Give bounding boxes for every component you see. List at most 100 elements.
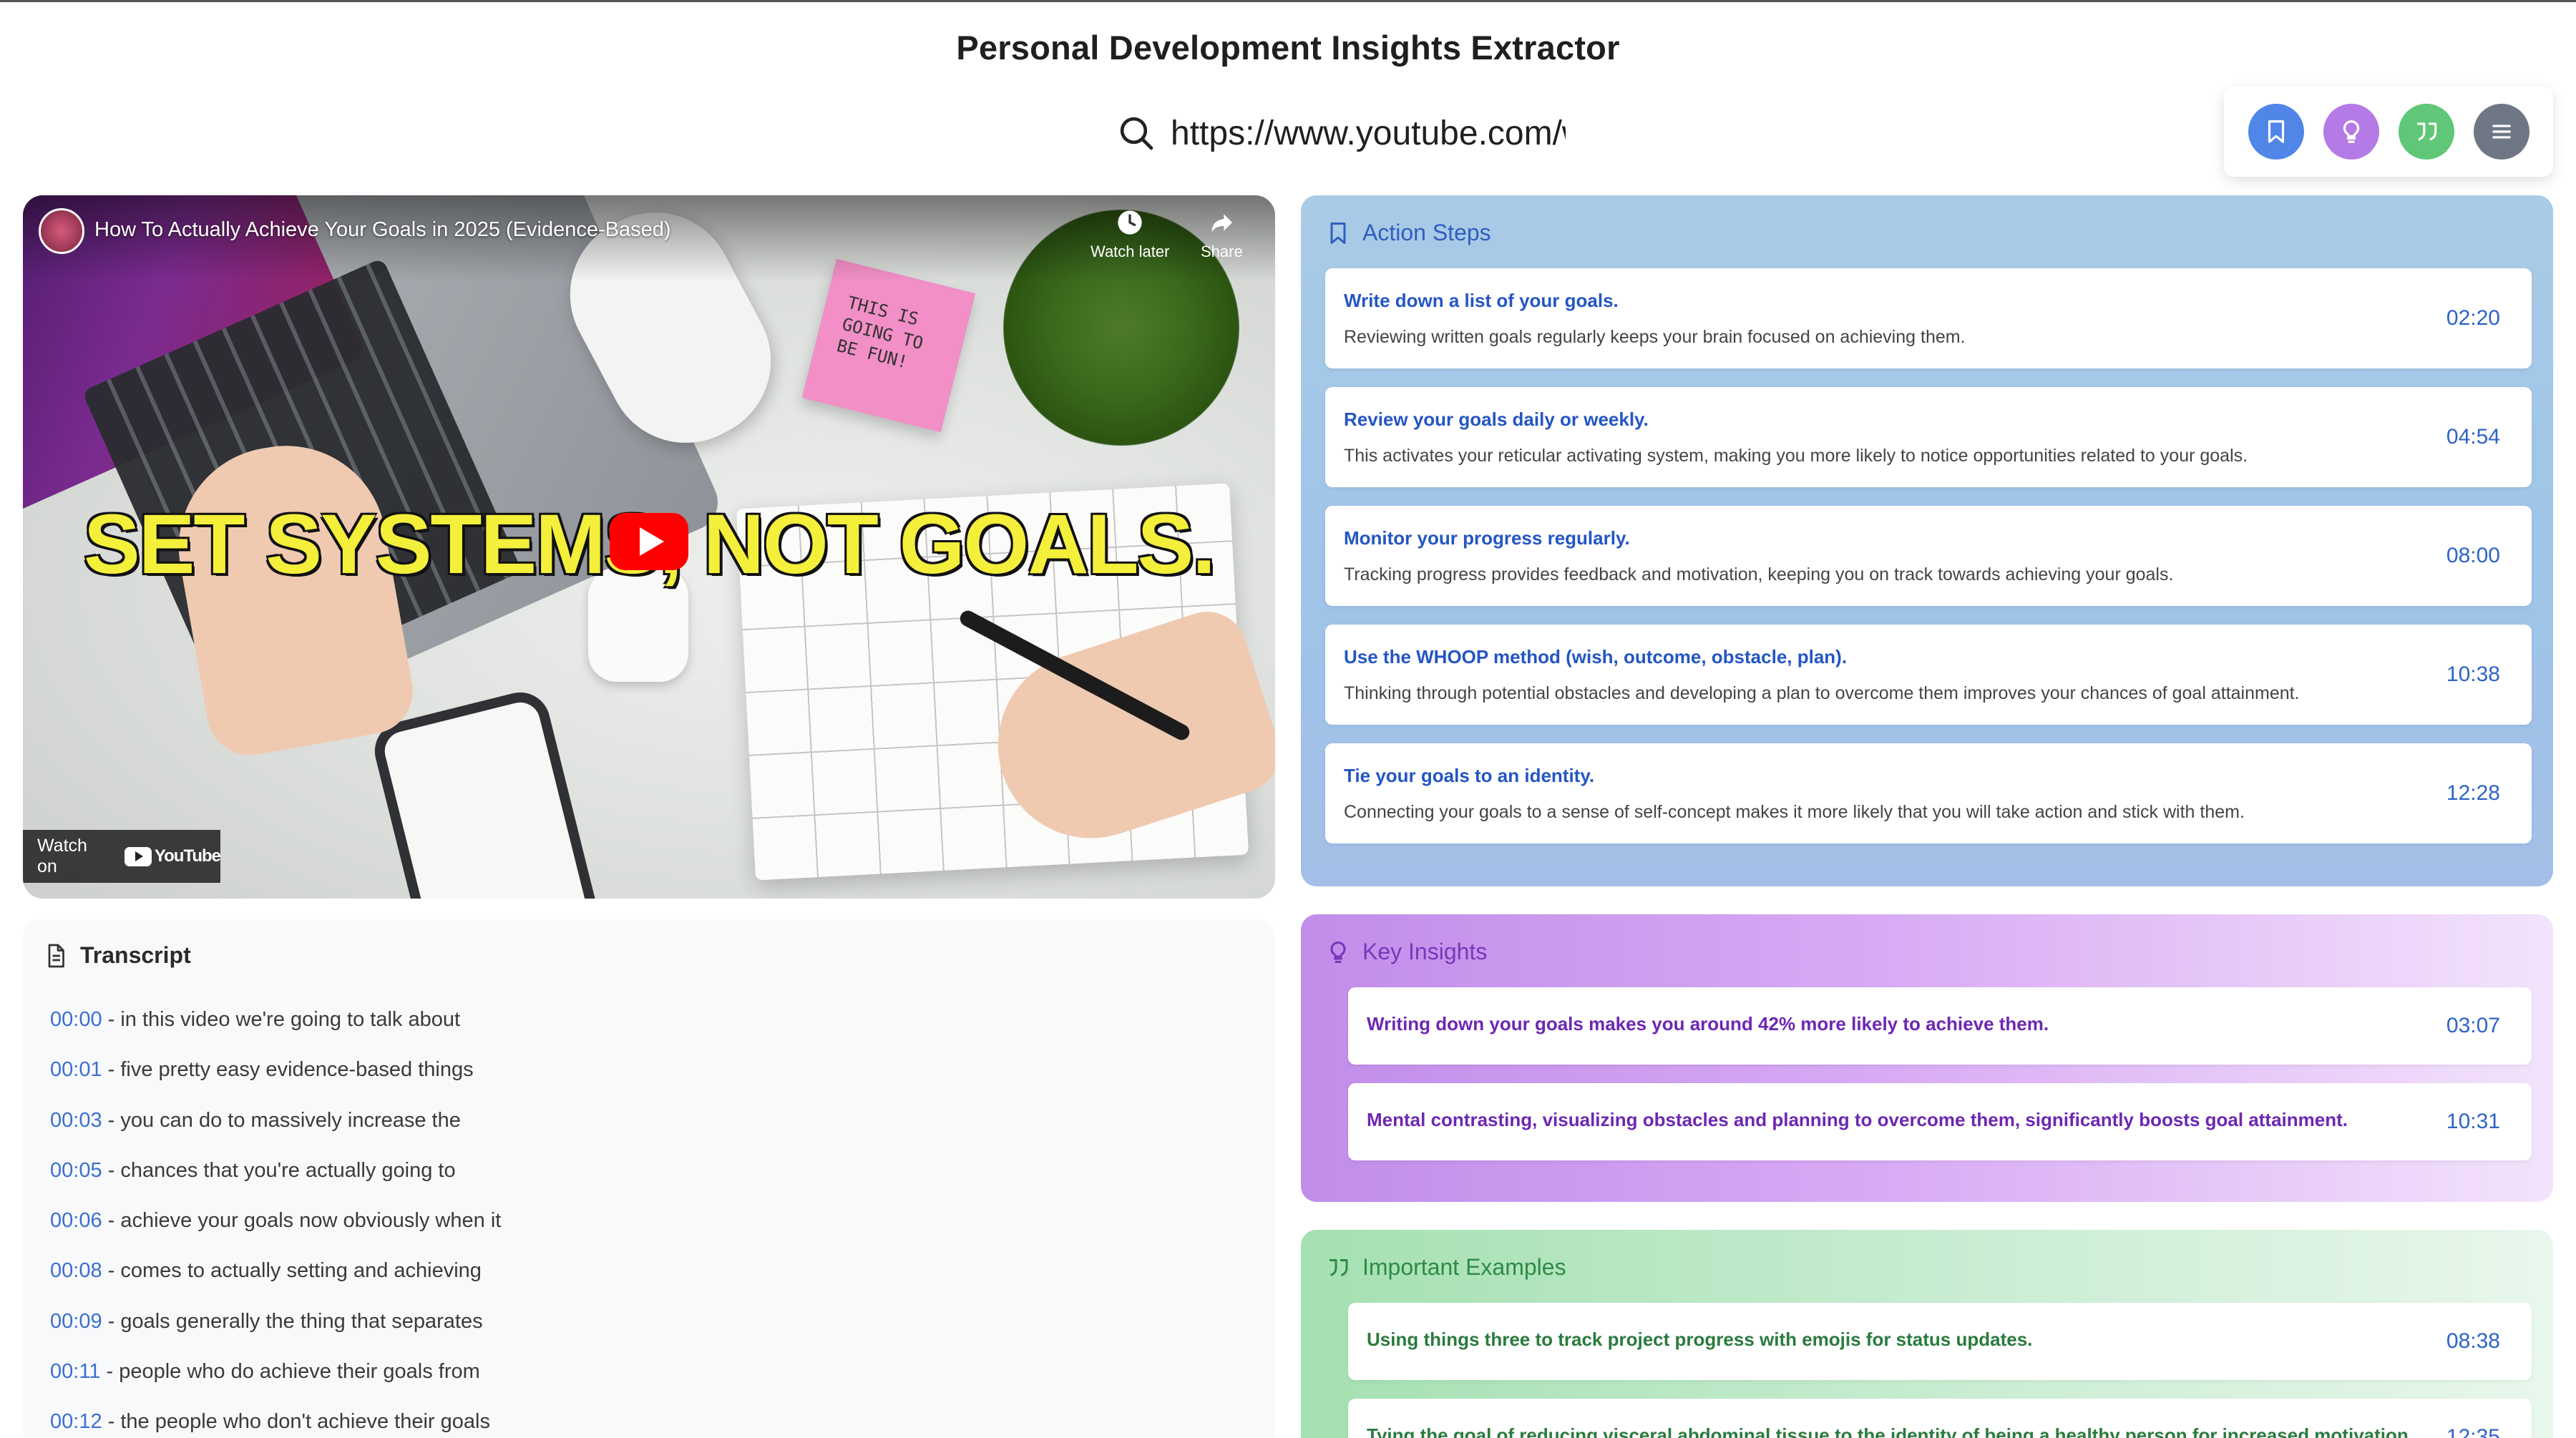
insight-timestamp[interactable]: 10:31 [2446, 1110, 2500, 1134]
page-title: Personal Development Insights Extractor [956, 29, 1620, 67]
transcript-timestamp[interactable]: 00:01 [50, 1058, 102, 1081]
transcript-line: 00:03 - you can do to massively increase… [50, 1100, 501, 1150]
action-step-card[interactable]: Tie your goals to an identity. Connectin… [1325, 743, 2532, 843]
action-steps-heading: Action Steps [1362, 220, 1491, 245]
lightbulb-icon [1330, 941, 1346, 963]
insight-text: Mental contrasting, visualizing obstacle… [1367, 1109, 2348, 1130]
youtube-play-icon [124, 846, 152, 866]
bookmark-icon [1330, 222, 1346, 244]
action-step-card[interactable]: Write down a list of your goals. Reviewi… [1325, 268, 2532, 368]
action-step-card[interactable]: Review your goals daily or weekly. This … [1325, 387, 2532, 487]
bookmark-icon [2268, 120, 2284, 143]
insight-card[interactable]: Writing down your goals makes you around… [1348, 987, 2532, 1065]
example-card[interactable]: Tying the goal of reducing visceral abdo… [1348, 1399, 2532, 1438]
transcript-text: - goals generally the thing that separat… [102, 1309, 483, 1333]
menu-icon [2492, 124, 2511, 139]
action-step-title: Use the WHOOP method (wish, outcome, obs… [1344, 646, 1848, 667]
transcript-timestamp[interactable]: 00:11 [50, 1360, 100, 1383]
transcript-text: - five pretty easy evidence-based things [102, 1058, 474, 1082]
transcript-line: 00:11 - people who do achieve their goal… [50, 1351, 501, 1402]
key-insights-heading: Key Insights [1362, 939, 1488, 964]
action-steps-panel: Action Steps Write down a list of your g… [1301, 195, 2553, 886]
transcript-timestamp[interactable]: 00:05 [50, 1159, 102, 1182]
example-timestamp[interactable]: 12:35 [2446, 1425, 2500, 1438]
url-input[interactable] [1171, 110, 1566, 156]
lightbulb-button[interactable] [2323, 104, 2379, 160]
quote-icon [1330, 1258, 1348, 1276]
insight-text: Writing down your goals makes you around… [1367, 1013, 2049, 1035]
document-icon [48, 944, 64, 967]
bookmark-button[interactable] [2248, 104, 2304, 160]
transcript-text: - you can do to massively increase the [102, 1108, 461, 1132]
video-thumbnail-phone [368, 685, 615, 899]
transcript-text: - people who do achieve their goals from [100, 1360, 480, 1384]
menu-button[interactable] [2473, 104, 2529, 160]
transcript-text: - chances that you're actually going to [102, 1158, 456, 1182]
action-step-title: Review your goals daily or weekly. [1344, 409, 1649, 430]
transcript-timestamp[interactable]: 00:09 [50, 1310, 102, 1333]
transcript-timestamp[interactable]: 00:08 [50, 1259, 102, 1282]
section-toolbar [2224, 87, 2553, 177]
action-step-timestamp[interactable]: 12:28 [2446, 781, 2500, 806]
example-timestamp[interactable]: 08:38 [2446, 1329, 2500, 1354]
action-step-description: Tracking progress provides feedback and … [1344, 564, 2174, 585]
watch-on-label: Watch on [37, 836, 87, 876]
important-examples-header: Important Examples [1325, 1254, 1566, 1281]
play-button[interactable] [610, 513, 688, 570]
transcript-line: 00:06 - achieve your goals now obviously… [50, 1200, 501, 1251]
insight-card[interactable]: Mental contrasting, visualizing obstacle… [1348, 1083, 2532, 1160]
action-step-title: Write down a list of your goals. [1344, 290, 1619, 311]
video-title[interactable]: How To Actually Achieve Your Goals in 20… [94, 218, 671, 242]
action-steps-header: Action Steps [1325, 220, 1491, 246]
transcript-text: - in this video we're going to talk abou… [102, 1008, 461, 1031]
search-icon [1120, 117, 1153, 150]
insight-timestamp[interactable]: 03:07 [2446, 1014, 2500, 1038]
youtube-wordmark: YouTube [154, 846, 221, 866]
action-step-title: Tie your goals to an identity. [1344, 765, 1595, 786]
example-text: Using things three to track project prog… [1367, 1329, 2033, 1350]
transcript-line: 00:05 - chances that you're actually goi… [50, 1150, 501, 1200]
watch-later-button[interactable]: Watch later [1091, 208, 1169, 261]
transcript-text: - the people who don't achieve their goa… [102, 1410, 490, 1434]
quote-button[interactable] [2398, 104, 2454, 160]
share-button[interactable]: Share [1201, 208, 1243, 261]
important-examples-heading: Important Examples [1362, 1254, 1566, 1280]
transcript-timestamp[interactable]: 00:03 [50, 1109, 102, 1132]
action-step-description: This activates your reticular activating… [1344, 446, 2248, 466]
action-step-description: Thinking through potential obstacles and… [1344, 683, 2300, 703]
example-card[interactable]: Using things three to track project prog… [1348, 1303, 2532, 1380]
transcript-text: - achieve your goals now obviously when … [102, 1209, 502, 1233]
url-search-bar[interactable] [1116, 108, 1574, 158]
action-step-description: Connecting your goals to a sense of self… [1344, 802, 2245, 822]
youtube-logo: YouTube [124, 846, 221, 866]
transcript-text: - comes to actually setting and achievin… [102, 1259, 482, 1283]
transcript-panel: Transcript 00:00 - in this video we're g… [23, 919, 1275, 1438]
transcript-line: 00:08 - comes to actually setting and ac… [50, 1251, 501, 1301]
transcript-header: Transcript [43, 942, 191, 969]
share-icon [1212, 214, 1233, 233]
action-step-timestamp[interactable]: 08:00 [2446, 544, 2500, 568]
action-step-card[interactable]: Use the WHOOP method (wish, outcome, obs… [1325, 625, 2532, 725]
watch-on-youtube-button[interactable]: Watch on YouTube [23, 830, 221, 883]
transcript-line: 00:01 - five pretty easy evidence-based … [50, 1050, 501, 1100]
transcript-line: 00:00 - in this video we're going to tal… [50, 999, 501, 1050]
video-thumbnail-sticky-note: THIS IS GOING TO BE FUN! [801, 258, 976, 433]
transcript-timestamp[interactable]: 00:00 [50, 1008, 102, 1031]
example-text: Tying the goal of reducing visceral abdo… [1367, 1424, 2414, 1438]
action-step-timestamp[interactable]: 04:54 [2446, 425, 2500, 449]
quote-icon [2416, 122, 2436, 141]
action-step-title: Monitor your progress regularly. [1344, 527, 1630, 549]
channel-avatar[interactable] [39, 208, 84, 254]
key-insights-header: Key Insights [1325, 939, 1487, 965]
transcript-heading: Transcript [80, 942, 191, 968]
action-step-timestamp[interactable]: 10:38 [2446, 662, 2500, 687]
transcript-timestamp[interactable]: 00:06 [50, 1209, 102, 1232]
action-step-timestamp[interactable]: 02:20 [2446, 306, 2500, 331]
transcript-timestamp[interactable]: 00:12 [50, 1410, 102, 1433]
lightbulb-icon [2343, 120, 2359, 143]
action-step-description: Reviewing written goals regularly keeps … [1344, 327, 1966, 347]
action-step-card[interactable]: Monitor your progress regularly. Trackin… [1325, 506, 2532, 606]
youtube-video-player[interactable]: THIS IS GOING TO BE FUN! SET SYSTEMS, NO… [23, 195, 1275, 899]
important-examples-panel: Important Examples Using things three to… [1301, 1230, 2553, 1438]
clock-icon [1118, 210, 1142, 235]
